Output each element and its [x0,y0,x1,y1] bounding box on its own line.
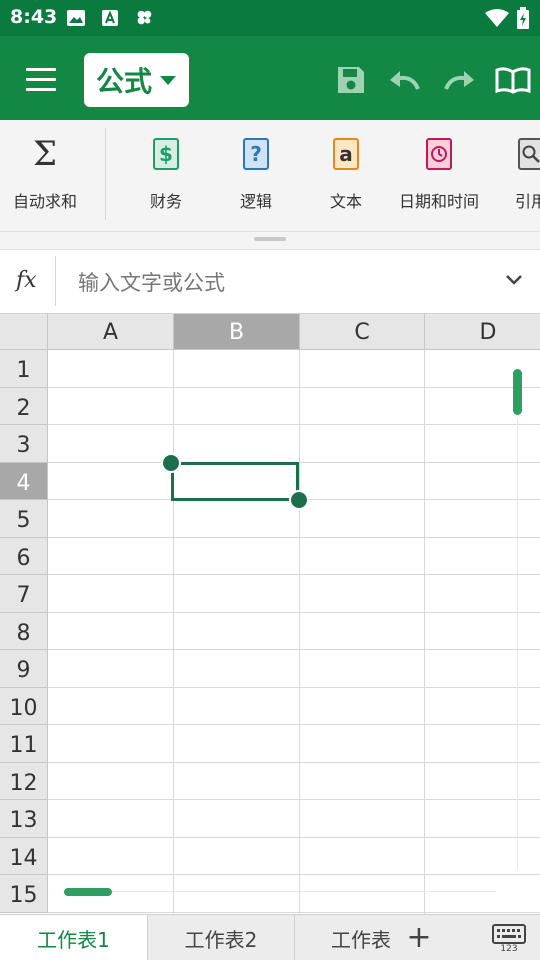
letter-a-icon: a [333,138,359,170]
ribbon-item-label: 文本 [329,192,362,211]
row-gridline [48,611,540,613]
row-header-3[interactable]: 3 [0,425,48,463]
autosum-button[interactable]: Σ 自动求和 [0,134,90,212]
row-header-4[interactable]: 4 [0,462,48,500]
row-gridline [48,799,540,800]
formula-input[interactable] [78,268,458,298]
formula-bar: fx [0,250,540,314]
row-gridline [48,911,540,913]
logical-button[interactable]: ? 逻辑 [211,134,301,212]
row-header-7[interactable]: 7 [0,575,48,613]
battery-icon [514,7,532,29]
chevron-down-icon [160,75,177,85]
row-header-9[interactable]: 9 [0,650,48,688]
row-header-1[interactable]: 1 [0,350,48,388]
row-gridline [48,574,540,575]
row-header-12[interactable]: 12 [0,762,48,800]
status-time: 8:43 [10,6,58,28]
ribbon-collapse-handle[interactable] [0,232,540,250]
row-gridline [48,536,540,538]
row-gridline [48,424,540,425]
selected-cell-b4[interactable] [171,462,299,501]
save-icon[interactable] [333,62,369,98]
ribbon-item-label: 财务 [149,192,182,211]
fx-icon[interactable]: fx [16,268,37,293]
read-mode-icon[interactable] [495,62,531,98]
selection-handle-bottom-right[interactable] [289,490,309,510]
undo-icon[interactable] [387,62,423,98]
reference-button[interactable]: 引用 [486,134,540,212]
row-gridline [48,386,540,388]
question-icon: ? [243,138,269,170]
row-header-5[interactable]: 5 [0,500,48,538]
top-toolbar: 公式 [0,36,540,120]
row-gridline [48,874,540,875]
row-header-14[interactable]: 14 [0,837,48,875]
add-sheet-icon[interactable]: + [404,923,434,953]
row-gridline [48,761,540,763]
ribbon-item-label: 逻辑 [239,192,272,211]
row-header-15[interactable]: 15 [0,875,48,913]
redo-icon[interactable] [441,62,477,98]
row-header-10[interactable]: 10 [0,687,48,725]
sheet-tab-3[interactable]: 工作表3 [295,915,390,960]
text-button[interactable]: a 文本 [301,134,391,212]
row-gridline [48,836,540,838]
wifi-icon [484,8,510,28]
clock-icon [426,138,452,170]
svg-text:123: 123 [500,944,517,952]
column-header-b[interactable]: B [174,314,300,350]
font-a-icon [100,8,120,28]
row-gridline [48,686,540,688]
spreadsheet-grid[interactable]: A B C D 1 2 3 4 5 6 7 8 9 10 11 12 13 14 15 [0,314,540,914]
ribbon-separator [105,128,106,220]
sheet-tab-1[interactable]: 工作表1 [0,915,148,960]
chevron-down-icon[interactable] [502,268,526,292]
function-ribbon: Σ 自动求和 $ 财务 ? 逻辑 a 文本 日期和时间 引用 [0,120,540,232]
horizontal-scroll-track [112,891,496,892]
vertical-scrollbar[interactable] [513,369,522,415]
column-header-d[interactable]: D [425,314,540,350]
dollar-icon: $ [153,138,179,170]
selection-handle-top-left[interactable] [161,453,181,473]
date-time-button[interactable]: 日期和时间 [394,134,484,212]
vertical-scroll-track [517,418,518,870]
row-gridline [48,649,540,650]
financial-button[interactable]: $ 财务 [121,134,211,212]
sheet-tab-2[interactable]: 工作表2 [148,915,295,960]
row-header-11[interactable]: 11 [0,725,48,763]
horizontal-scrollbar[interactable] [64,888,112,896]
select-all-corner[interactable] [0,314,48,350]
ribbon-item-label: 日期和时间 [398,192,479,211]
sigma-icon: Σ [32,134,58,174]
row-header-2[interactable]: 2 [0,387,48,425]
column-header-c[interactable]: C [300,314,425,350]
menu-icon[interactable] [22,64,62,94]
ribbon-item-label: 引用 [514,192,540,211]
magnifier-icon [518,138,540,170]
column-header-a[interactable]: A [48,314,174,350]
row-header-8[interactable]: 8 [0,612,48,650]
row-gridline [48,724,540,725]
ribbon-tab-label: 公式 [96,65,153,98]
row-header-6[interactable]: 6 [0,537,48,575]
status-bar: 8:43 [0,0,540,36]
row-header-13[interactable]: 13 [0,800,48,838]
ribbon-tab-selector[interactable]: 公式 [84,53,189,107]
ribbon-item-label: 自动求和 [12,192,77,211]
numeric-keyboard-icon[interactable]: 123 [492,924,526,954]
sheet-tab-bar: 工作表1 工作表2 工作表3 + 123 [0,914,540,960]
image-icon [66,8,86,28]
clover-icon [134,8,154,28]
